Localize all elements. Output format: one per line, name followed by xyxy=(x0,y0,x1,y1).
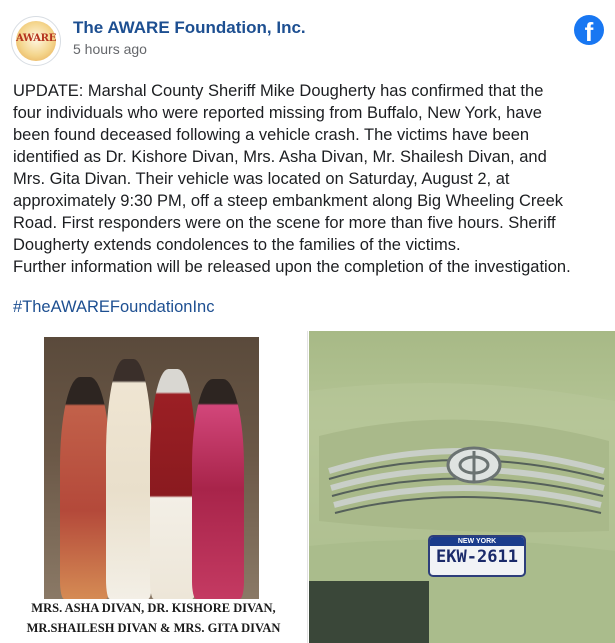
license-plate: NEW YORK EKW-2611 xyxy=(428,535,526,577)
page-name-link[interactable]: The AWARE Foundation, Inc. xyxy=(73,18,306,38)
family-portrait-image xyxy=(44,337,259,599)
photo-caption-line-2: MR.SHAILESH DIVAN & MRS. GITA DIVAN xyxy=(26,621,281,635)
car-front-image xyxy=(309,383,615,643)
post-timestamp[interactable]: 5 hours ago xyxy=(73,41,147,57)
post-header: AWARE The AWARE Foundation, Inc. 5 hours… xyxy=(0,0,615,70)
person-figure xyxy=(192,379,244,599)
facebook-icon: f xyxy=(574,15,604,45)
person-figure xyxy=(150,369,196,599)
avatar-logo-text: AWARE xyxy=(15,33,57,44)
post-body-text: UPDATE: Marshal County Sheriff Mike Doug… xyxy=(13,82,571,276)
vehicle-photo[interactable]: NEW YORK EKW-2611 xyxy=(309,331,615,643)
family-photo[interactable]: MRS. ASHA DIVAN, DR. KISHORE DIVAN, MR.S… xyxy=(0,331,308,643)
photo-caption-line-1: MRS. ASHA DIVAN, DR. KISHORE DIVAN, xyxy=(31,601,276,615)
hashtag-link[interactable]: #TheAWAREFoundationInc xyxy=(13,296,214,318)
person-figure xyxy=(60,377,110,599)
person-figure xyxy=(106,359,152,599)
plate-number: EKW-2611 xyxy=(436,547,518,567)
plate-state-label: NEW YORK xyxy=(430,537,524,546)
page-avatar[interactable]: AWARE xyxy=(11,16,61,66)
